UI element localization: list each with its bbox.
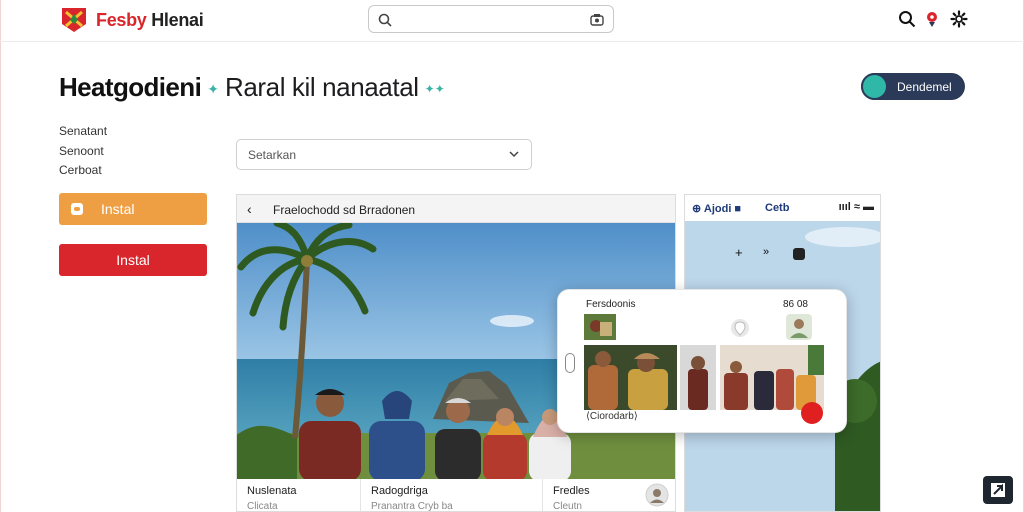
select-value: Setarkan (248, 148, 297, 162)
dialog-title: Fersdoonis (586, 299, 636, 310)
phone-status-right: ıııl ≈ ▬ (838, 201, 874, 213)
dialog-caption: ⟨Ciorodarb⟩ (586, 411, 638, 422)
video-tile[interactable] (720, 345, 824, 410)
search-input[interactable] (399, 10, 579, 28)
footer-item-sub: Clicata (247, 501, 278, 512)
footer-item-sub: Pranantra Cryb ba (371, 501, 453, 512)
thumbnail[interactable] (584, 314, 616, 340)
side-handle[interactable] (565, 353, 575, 373)
page-title-bold: Heatgodieni (59, 72, 202, 102)
camera-icon[interactable] (590, 13, 604, 26)
back-arrow-icon[interactable]: ‹ (247, 201, 252, 217)
avatar[interactable] (645, 483, 669, 507)
video-tile[interactable] (680, 345, 716, 410)
toggle-label: Dendemel (897, 80, 952, 94)
location-pin-icon[interactable] (730, 318, 750, 338)
dialog-counter: 86 08 (782, 299, 808, 310)
filter-select[interactable]: Setarkan (236, 139, 532, 170)
install-icon (71, 203, 83, 215)
plus-icon[interactable]: + (735, 245, 743, 260)
settings-icon[interactable] (950, 10, 968, 28)
brand-name-part2: Hlenai (146, 10, 204, 30)
avatar[interactable] (786, 314, 812, 340)
brand-name-part1: Fesby (96, 10, 147, 30)
dialog-caption-text: Ciorodarb (589, 411, 634, 422)
search-box[interactable] (368, 5, 614, 33)
corner-action-button[interactable] (983, 476, 1013, 504)
sidebar-link[interactable]: Senoont (59, 142, 107, 162)
sidebar-links: Senatant Senoont Cerboat (59, 122, 107, 181)
brand-logo-icon[interactable] (60, 6, 88, 34)
install-primary-button[interactable]: Instal (59, 193, 207, 225)
footer-item[interactable]: Nuslenata Clicata (237, 479, 361, 512)
phone-status-mid: Cetb (765, 202, 790, 214)
footer-item-sub: Cleutn (553, 501, 582, 512)
card-footer: Nuslenata Clicata Radogdriga Pranantra C… (237, 479, 675, 512)
video-tile[interactable] (584, 345, 677, 410)
search-icon (378, 13, 392, 27)
page-title: Heatgodieni ✦ Raral kil nanaatal ✦✦ (59, 72, 445, 103)
search-icon[interactable] (898, 10, 916, 28)
sparkle-icon: ✦ (207, 80, 219, 97)
phone-controls: + » (725, 245, 815, 263)
notification-icon[interactable] (923, 10, 941, 28)
install-secondary-button[interactable]: Instal (59, 244, 207, 276)
phone-status-left: ⊕ Ajodi ■ (692, 203, 742, 215)
sidebar-link[interactable]: Senatant (59, 122, 107, 142)
card-header: ‹ Fraelochodd sd Brradonen (237, 195, 675, 223)
card-header-title: Fraelochodd sd Brradonen (273, 203, 416, 217)
install-primary-label: Instal (101, 201, 135, 217)
toggle-knob (861, 73, 888, 100)
forward-icon[interactable]: » (763, 246, 769, 258)
mode-toggle-button[interactable]: Dendemel (861, 73, 965, 100)
sparkle-icon: ✦✦ (424, 82, 445, 97)
chevron-down-icon (509, 151, 519, 158)
footer-item[interactable]: Radogdriga Pranantra Cryb ba (361, 479, 543, 512)
footer-item-title: Radogdriga (371, 485, 428, 497)
phone-status-left-text: Ajodi (703, 203, 732, 215)
video-call-dialog: Fersdoonis 86 08 ⟨Ciorodarb⟩ (557, 289, 847, 433)
page-title-rest: Raral kil nanaatal (224, 72, 419, 102)
footer-item[interactable]: Fredles Cleutn (543, 479, 675, 512)
expand-icon (991, 483, 1005, 497)
top-bar: Fesby Hlenai (0, 0, 1024, 42)
sidebar-link[interactable]: Cerboat (59, 161, 107, 181)
phone-status-bar: ⊕ Ajodi ■ Cetb ıııl ≈ ▬ (685, 195, 880, 221)
brand-name: Fesby Hlenai (96, 10, 204, 31)
stop-icon[interactable] (793, 248, 805, 260)
record-button[interactable] (801, 402, 823, 424)
footer-item-title: Nuslenata (247, 485, 297, 497)
